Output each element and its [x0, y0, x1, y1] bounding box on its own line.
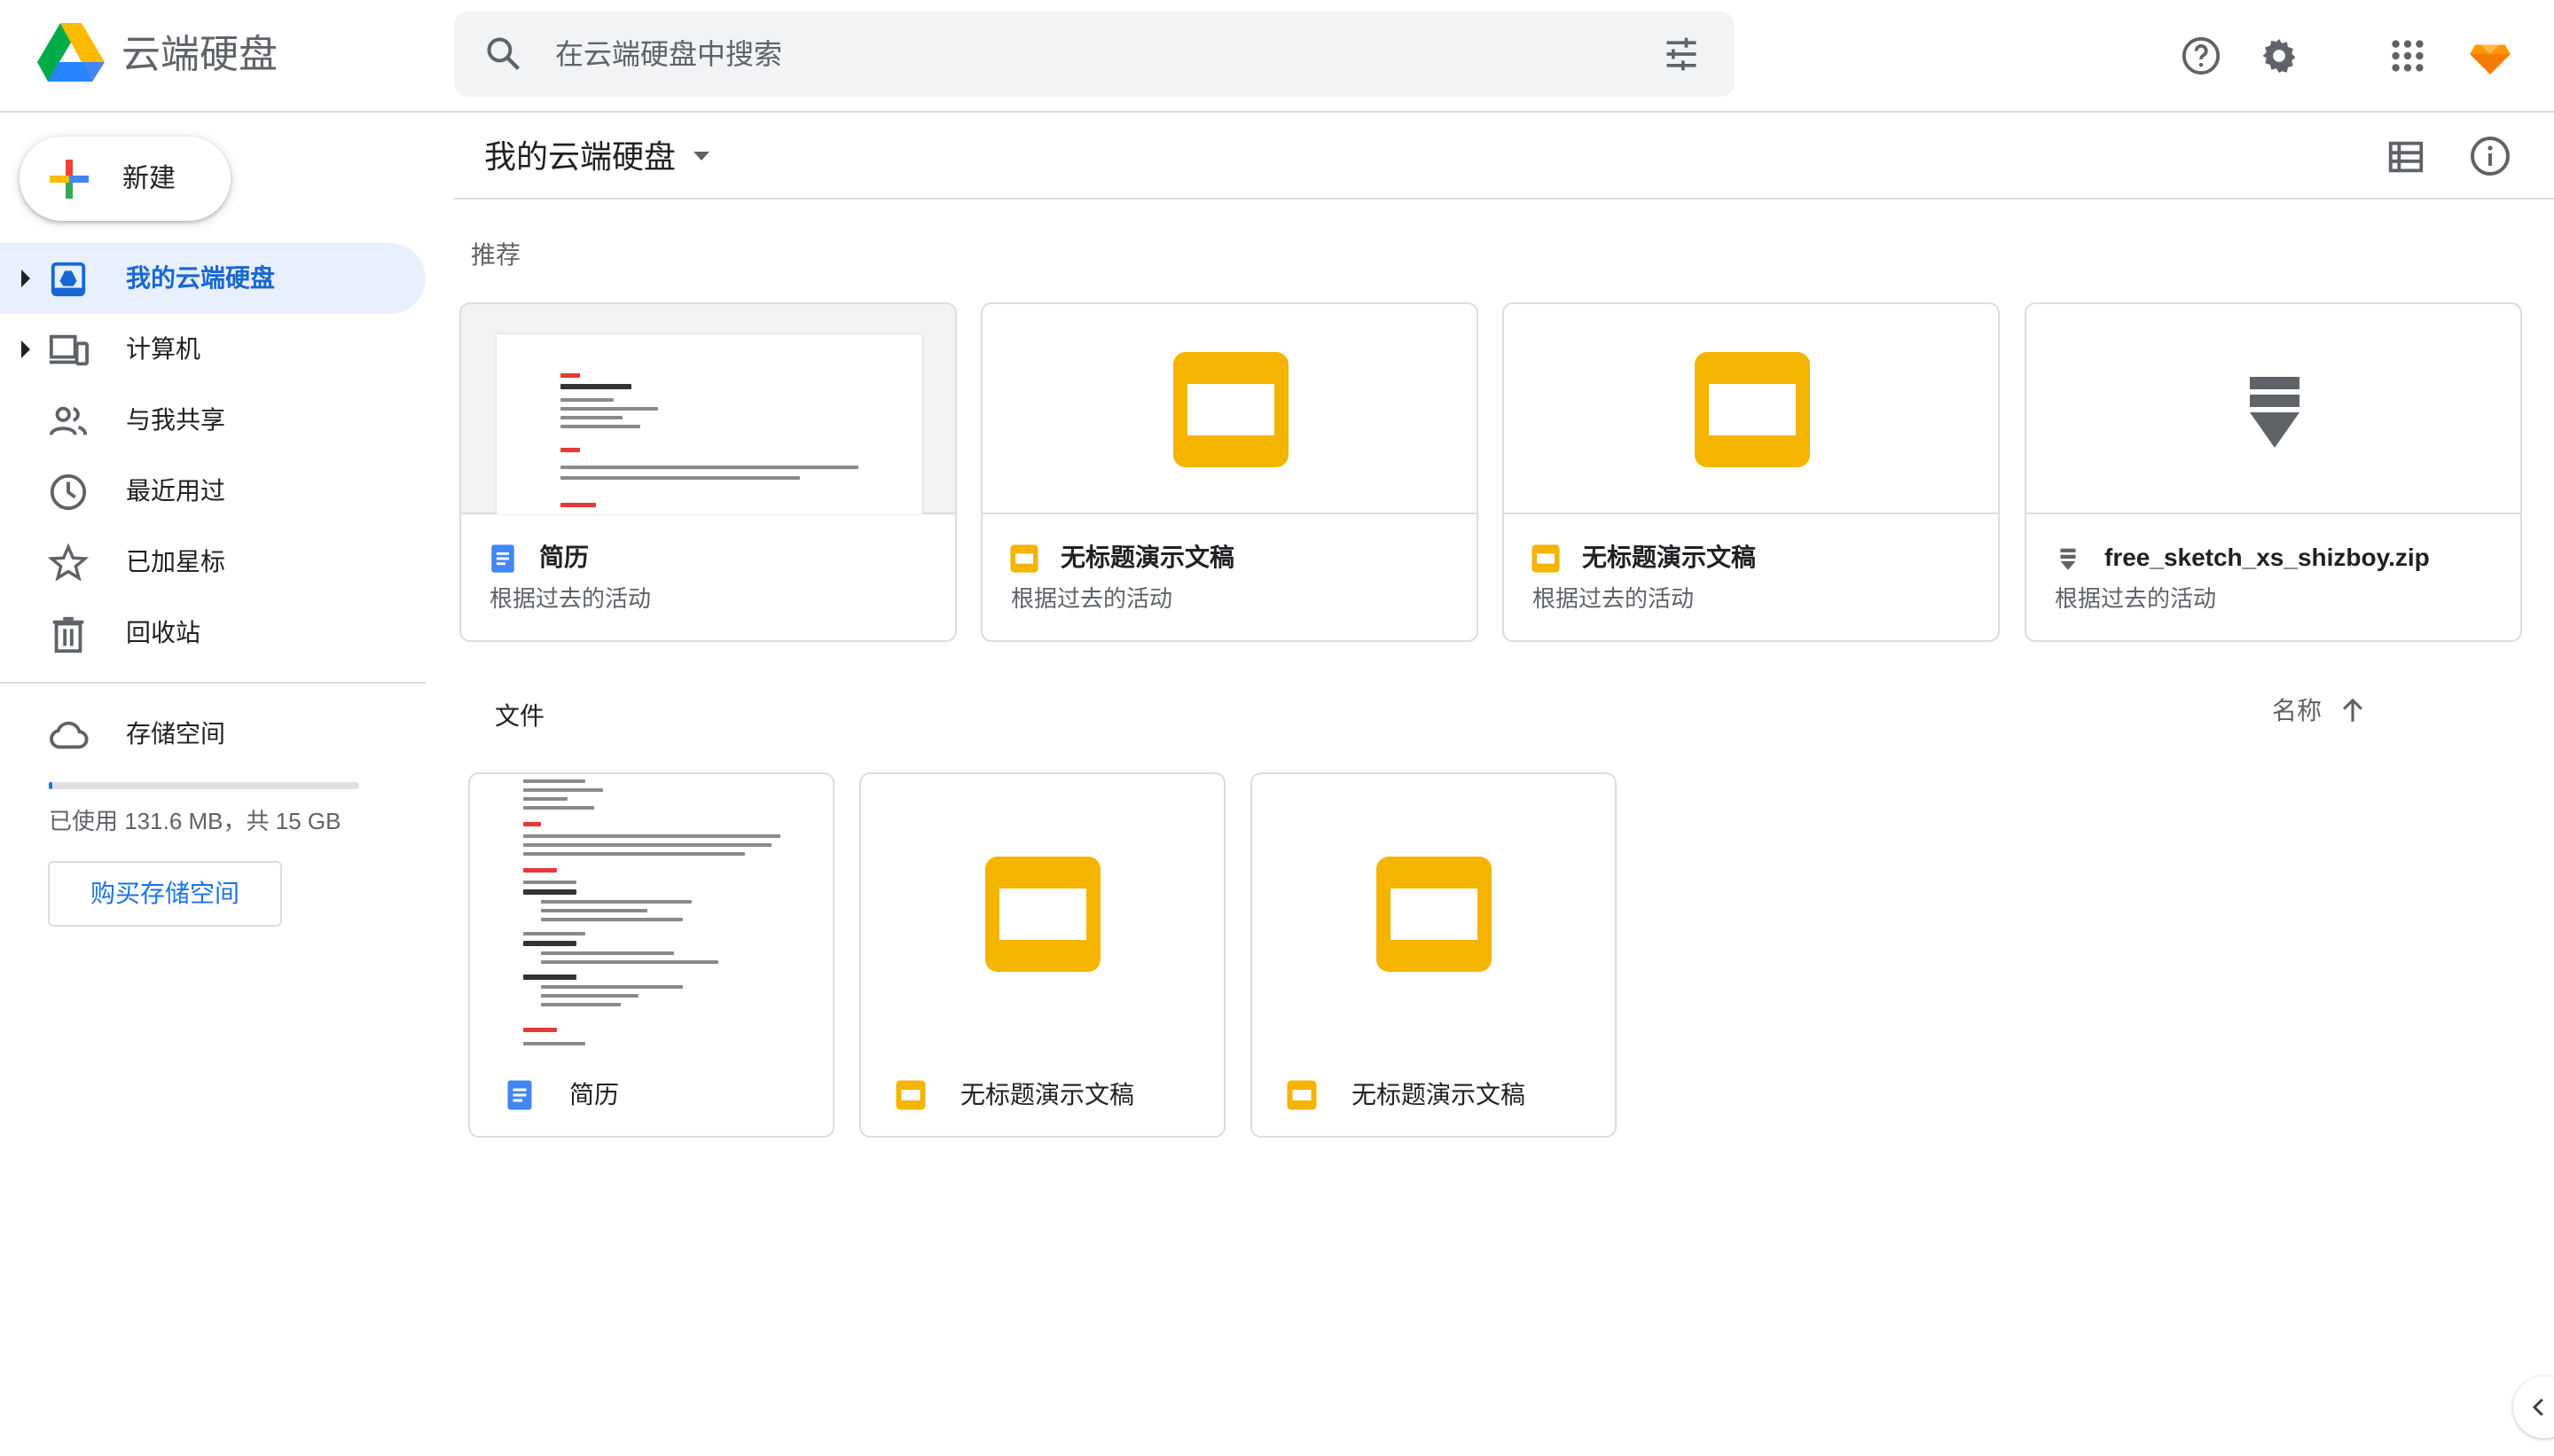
file-subtitle: 根据过去的活动	[2055, 585, 2217, 612]
sidebar-item-label: 已加星标	[126, 548, 226, 575]
chevron-left-icon	[2532, 1398, 2543, 1416]
file-subtitle: 根据过去的活动	[1532, 585, 1695, 612]
settings-icon[interactable]	[2259, 35, 2299, 76]
sidebar-item-label: 计算机	[126, 335, 201, 363]
search-bar[interactable]: 在云端硬盘中搜索	[454, 12, 1735, 97]
sort-by-name[interactable]: 名称	[2272, 693, 2322, 729]
slides-thumbnail	[1504, 304, 1998, 514]
sidebar-item-computers[interactable]: 计算机	[0, 314, 426, 385]
zip-thumbnail	[2026, 304, 2520, 514]
main-header-divider	[454, 198, 2554, 200]
new-button[interactable]: 新建	[20, 137, 231, 221]
new-button-label: 新建	[122, 164, 176, 193]
buy-storage-button[interactable]: 购买存储空间	[48, 861, 282, 927]
docs-icon	[491, 544, 514, 573]
file-card[interactable]: 无标题演示文稿	[1250, 772, 1617, 1138]
apps-grid-icon[interactable]	[2387, 35, 2428, 76]
file-card[interactable]: 简历	[468, 772, 834, 1138]
slides-thumbnail	[1252, 774, 1615, 1054]
slides-large-icon	[1173, 352, 1289, 467]
zip-icon	[2060, 548, 2076, 570]
file-name: 简历	[569, 1081, 620, 1108]
sidebar-item-label: 最近用过	[126, 477, 226, 505]
recommended-card[interactable]: free_sketch_xs_shizboy.zip 根据过去的活动	[2025, 302, 2522, 642]
file-name: 无标题演示文稿	[1061, 544, 1235, 571]
star-icon	[48, 543, 89, 582]
expand-caret-icon[interactable]	[20, 268, 32, 289]
account-avatar-icon[interactable]	[2468, 34, 2512, 78]
slides-icon	[896, 1080, 926, 1110]
side-panel-toggle[interactable]	[2513, 1376, 2554, 1438]
tune-icon[interactable]	[1662, 35, 1701, 74]
my-drive-icon	[51, 262, 86, 297]
sidebar-item-label: 存储空间	[126, 720, 226, 748]
zip-large-icon	[2250, 377, 2299, 448]
chevron-down-icon[interactable]	[692, 149, 711, 163]
slides-thumbnail	[983, 304, 1477, 514]
drive-logo-icon[interactable]	[37, 23, 105, 82]
slides-thumbnail	[861, 774, 1224, 1054]
sidebar-item-trash[interactable]: 回收站	[0, 598, 426, 669]
file-name: free_sketch_xs_shizboy.zip	[2104, 544, 2430, 571]
info-icon[interactable]	[2469, 135, 2511, 177]
shared-icon	[49, 406, 88, 435]
sidebar-item-starred[interactable]: 已加星标	[0, 527, 426, 598]
sidebar-item-shared-with-me[interactable]: 与我共享	[0, 385, 426, 456]
storage-usage-bar	[49, 782, 359, 789]
file-name: 无标题演示文稿	[960, 1081, 1135, 1108]
search-input[interactable]: 在云端硬盘中搜索	[555, 35, 782, 74]
recommended-card[interactable]: 简历 根据过去的活动	[459, 302, 957, 642]
trash-icon	[52, 616, 84, 654]
plus-icon	[50, 160, 89, 199]
expand-caret-icon[interactable]	[20, 339, 32, 360]
sidebar-divider	[0, 682, 426, 684]
recommended-heading: 推荐	[471, 241, 521, 269]
file-name: 无标题演示文稿	[1582, 544, 1757, 571]
list-view-icon[interactable]	[2386, 137, 2426, 177]
doc-thumbnail	[461, 304, 955, 514]
file-subtitle: 根据过去的活动	[490, 585, 652, 612]
slides-icon	[1532, 544, 1560, 573]
file-subtitle: 根据过去的活动	[1011, 585, 1173, 612]
file-name: 无标题演示文稿	[1351, 1081, 1526, 1108]
slides-large-icon	[1376, 857, 1492, 972]
top-bar: 云端硬盘 在云端硬盘中搜索	[0, 0, 2554, 113]
sidebar-item-label: 与我共享	[126, 406, 226, 434]
slides-icon	[1010, 544, 1038, 573]
breadcrumb[interactable]: 我的云端硬盘	[484, 135, 676, 179]
help-icon[interactable]	[2181, 35, 2221, 76]
slides-icon	[1287, 1080, 1317, 1110]
slides-large-icon	[985, 857, 1101, 972]
slides-large-icon	[1695, 352, 1810, 467]
buy-storage-label: 购买存储空间	[90, 880, 239, 907]
recommended-card[interactable]: 无标题演示文稿 根据过去的活动	[981, 302, 1478, 642]
sidebar-item-storage[interactable]: 存储空间	[0, 699, 426, 770]
arrow-up-icon[interactable]	[2338, 695, 2368, 725]
sidebar-item-my-drive[interactable]: 我的云端硬盘	[0, 243, 426, 314]
doc-thumbnail	[470, 774, 833, 1054]
storage-usage-text: 已使用 131.6 MB，共 15 GB	[49, 808, 341, 834]
file-card[interactable]: 无标题演示文稿	[859, 772, 1226, 1138]
cloud-icon	[50, 721, 89, 749]
files-heading: 文件	[495, 702, 545, 730]
recent-icon	[50, 474, 87, 511]
sidebar-item-label: 回收站	[126, 619, 201, 646]
recommended-card[interactable]: 无标题演示文稿 根据过去的活动	[1502, 302, 2000, 642]
computer-icon	[49, 334, 89, 366]
search-icon[interactable]	[484, 35, 523, 74]
sidebar-item-recent[interactable]: 最近用过	[0, 456, 426, 527]
app-title: 云端硬盘	[121, 33, 278, 76]
sidebar-item-label: 我的云端硬盘	[126, 264, 276, 292]
file-name: 简历	[539, 544, 590, 571]
storage-usage-fill	[49, 782, 52, 789]
docs-icon	[507, 1080, 532, 1110]
